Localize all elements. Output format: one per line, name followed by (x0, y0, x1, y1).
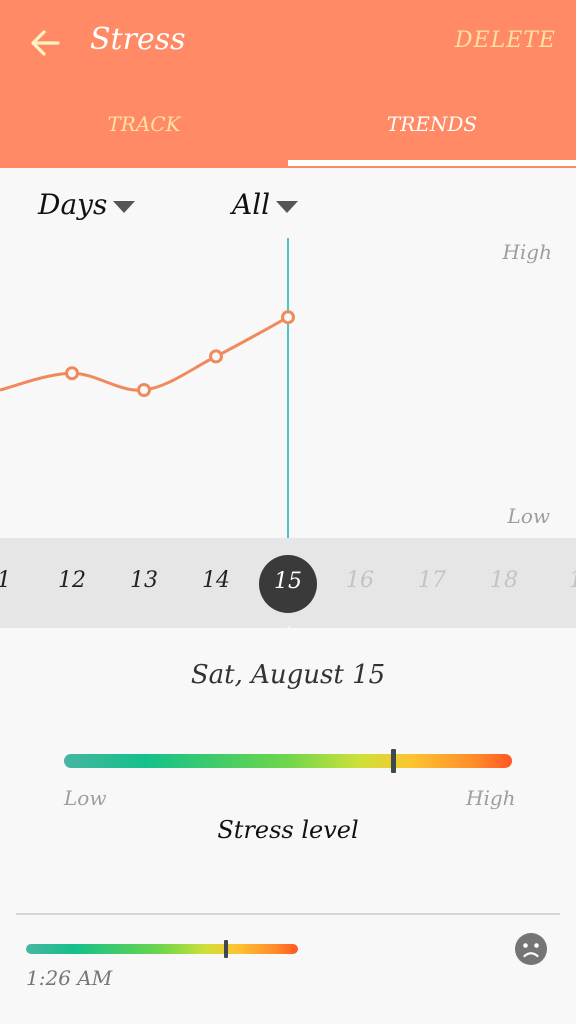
app-header: Stress DELETE TRACK TRENDS (0, 0, 576, 168)
tab-indicator (288, 160, 576, 166)
scope-dropdown[interactable]: All (232, 188, 299, 221)
day-item[interactable]: 1 (551, 568, 576, 593)
tab-track[interactable]: TRACK (0, 112, 288, 136)
chart-data-point[interactable] (137, 383, 151, 397)
day-item[interactable]: 18 (479, 568, 529, 593)
chart-data-point[interactable] (209, 349, 223, 364)
arrow-left-icon (31, 30, 60, 56)
entry-time: 1:26 AM (26, 966, 113, 990)
day-item[interactable]: 12 (47, 568, 97, 593)
bar-low-label: Low (64, 786, 107, 810)
delete-button[interactable]: DELETE (455, 28, 556, 53)
day-item[interactable]: 13 (119, 568, 169, 593)
entry-stress-marker (223, 940, 228, 958)
page-title: Stress (90, 22, 186, 57)
scope-value: All (232, 188, 271, 221)
sad-face-icon (515, 933, 547, 965)
period-dropdown[interactable]: Days (38, 188, 136, 221)
period-value: Days (38, 188, 108, 221)
stress-trend-chart[interactable] (0, 230, 576, 540)
stress-level-caption: Stress level (217, 816, 359, 844)
tab-trends[interactable]: TRENDS (288, 112, 576, 136)
bar-high-label: High (466, 786, 516, 810)
selection-pointer (280, 626, 298, 635)
stress-trend-line (0, 315, 289, 392)
day-item[interactable]: 14 (191, 568, 241, 593)
entry-mood-button[interactable] (514, 932, 548, 966)
divider (16, 913, 560, 915)
stress-level-bar (64, 749, 512, 773)
day-item-selected[interactable]: 15 (263, 569, 313, 594)
back-button[interactable] (28, 26, 62, 60)
selected-date: Sat, August 15 (190, 660, 386, 690)
day-item[interactable]: 17 (407, 568, 457, 593)
day-item[interactable]: 16 (335, 568, 385, 593)
dropdown-caret-icon (276, 200, 299, 213)
stress-level-marker (390, 749, 396, 773)
day-selector[interactable]: 1 12 13 14 15 16 17 18 1 (0, 538, 576, 628)
dropdown-caret-icon (113, 200, 136, 213)
chart-data-point[interactable] (65, 366, 79, 381)
chart-data-point[interactable] (281, 310, 295, 325)
entry-stress-bar[interactable] (26, 940, 298, 958)
day-item[interactable]: 1 (0, 568, 29, 593)
